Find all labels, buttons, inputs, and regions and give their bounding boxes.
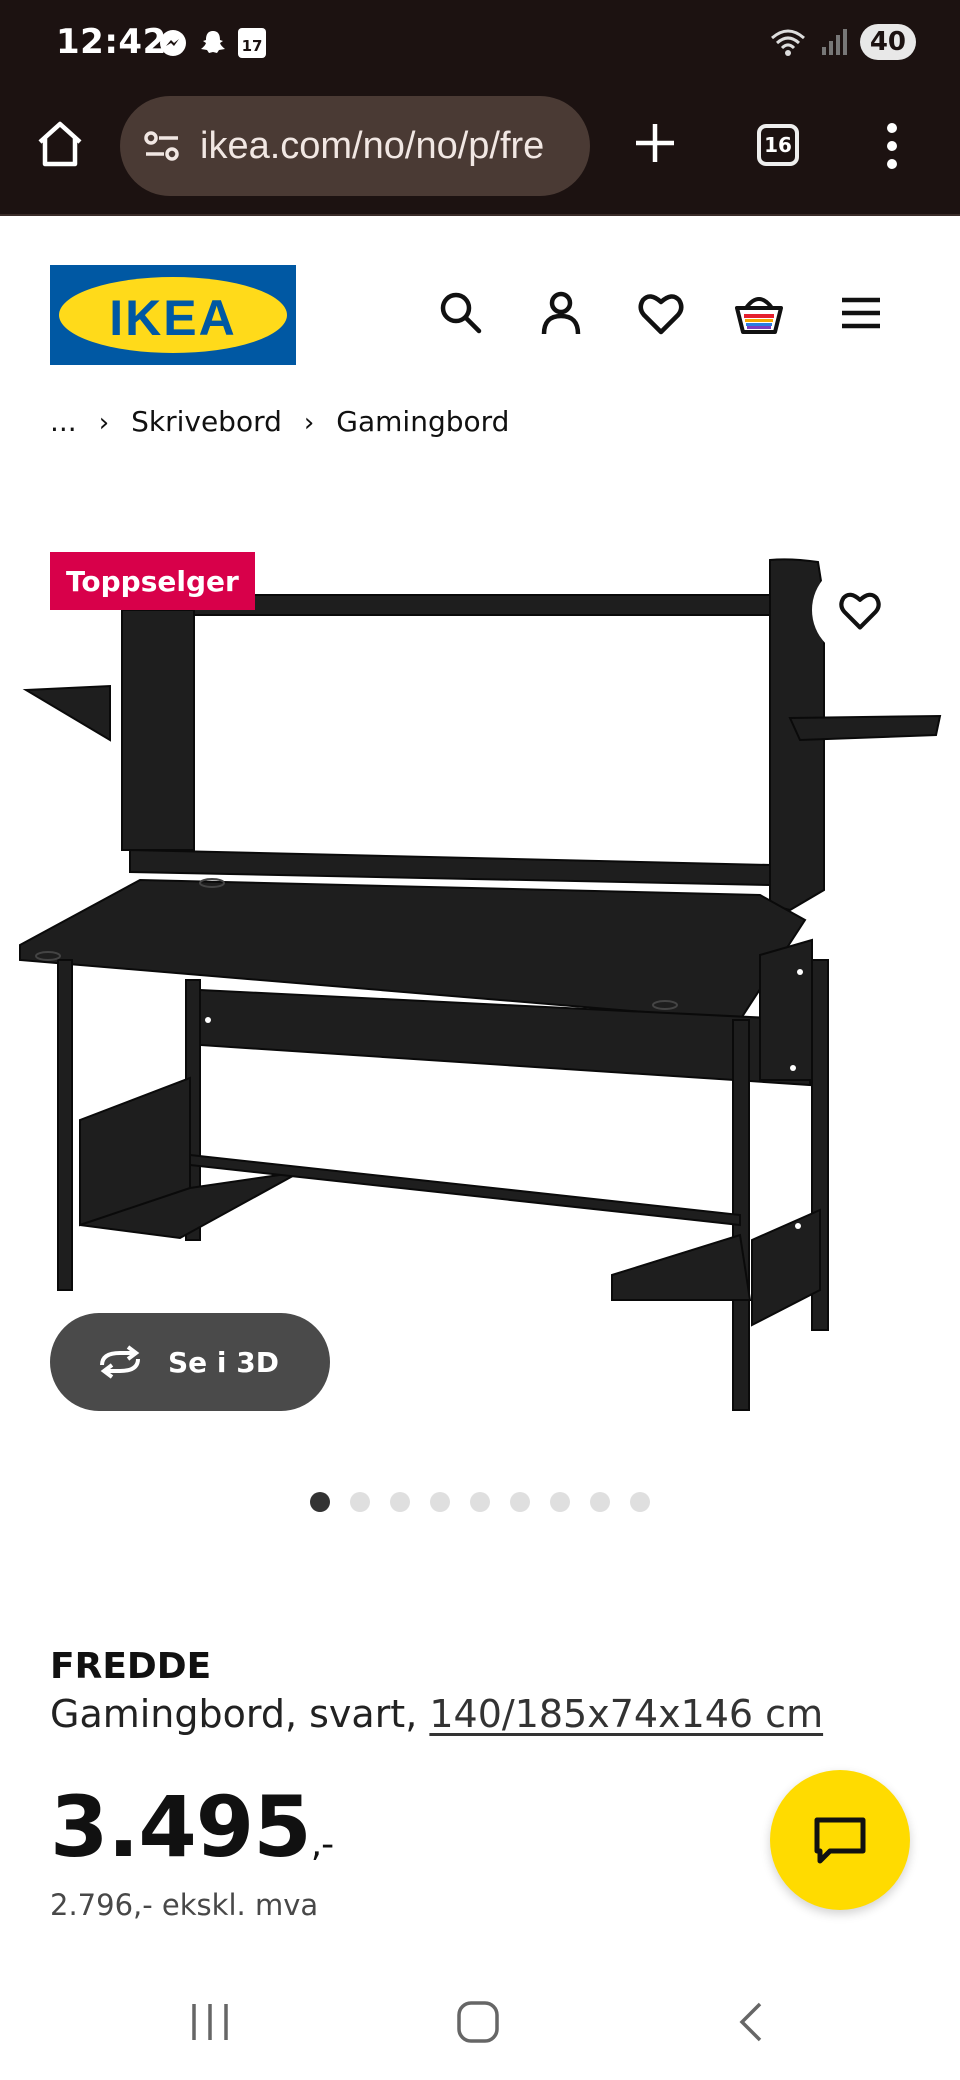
- carousel-dot[interactable]: [550, 1492, 570, 1512]
- carousel-dot[interactable]: [630, 1492, 650, 1512]
- product-name: FREDDE: [50, 1646, 212, 1687]
- breadcrumb-item-gamingbord[interactable]: Gamingbord: [336, 405, 509, 438]
- calendar-icon: 17: [238, 28, 266, 58]
- add-to-favourites-button[interactable]: [812, 562, 908, 658]
- carousel-dot[interactable]: [390, 1492, 410, 1512]
- system-icons: 40: [768, 24, 916, 60]
- new-tab-icon[interactable]: [630, 118, 680, 168]
- desk-left-side-shelf: [22, 684, 111, 742]
- desk-crossbar: [189, 1153, 741, 1227]
- breadcrumb-item-skrivebord[interactable]: Skrivebord: [131, 405, 282, 438]
- status-time: 12:42: [56, 22, 167, 62]
- account-icon[interactable]: [536, 288, 586, 338]
- view-in-3d-button[interactable]: Se i 3D: [50, 1313, 330, 1411]
- desk-left-panel: [121, 609, 195, 851]
- product-description: Gamingbord, svart, 140/185x74x146 cm: [50, 1692, 823, 1736]
- battery-indicator: 40: [859, 24, 916, 60]
- recent-apps-icon[interactable]: [188, 2000, 232, 2044]
- wifi-icon: [770, 29, 805, 56]
- signal-icon: [821, 29, 847, 55]
- carousel-dot[interactable]: [590, 1492, 610, 1512]
- desk-lower-right-shelf: [751, 1208, 821, 1327]
- system-navigation-bar: [0, 1960, 960, 2080]
- status-bar: 12:42 17 40: [0, 0, 960, 88]
- back-icon[interactable]: [730, 2000, 774, 2044]
- chat-button[interactable]: [770, 1770, 910, 1910]
- desk-lower-right-tray: [611, 1233, 752, 1301]
- address-bar[interactable]: ikea.com/no/no/p/fre: [120, 96, 590, 196]
- home-nav-icon[interactable]: [456, 2000, 500, 2044]
- desk-middle-shelf: [129, 848, 771, 887]
- notification-icons: 17: [158, 28, 266, 58]
- chevron-right-icon: ›: [303, 408, 315, 438]
- carousel-dot[interactable]: [510, 1492, 530, 1512]
- site-settings-icon[interactable]: [142, 129, 182, 163]
- desk-right-leg-panel: [759, 938, 813, 1081]
- carousel-dot[interactable]: [310, 1492, 330, 1512]
- more-vert-icon[interactable]: [884, 120, 900, 172]
- carousel-dot[interactable]: [350, 1492, 370, 1512]
- breadcrumb: ... › Skrivebord › Gamingbord: [50, 398, 509, 438]
- messenger-icon: [160, 30, 186, 56]
- chat-icon: [814, 1817, 866, 1864]
- logo-text: IKEA: [109, 290, 237, 346]
- calendar-day: 17: [241, 37, 263, 55]
- desk-leg: [57, 959, 73, 1291]
- price-value: 3.495: [50, 1778, 312, 1876]
- tab-count: 16: [764, 133, 792, 157]
- basket-icon[interactable]: [734, 288, 784, 338]
- tab-switcher-button[interactable]: 16: [757, 124, 799, 166]
- image-carousel-dots: [310, 1492, 650, 1512]
- menu-icon[interactable]: [836, 288, 886, 338]
- price-ex-vat: 2.796,- ekskl. mva: [50, 1888, 319, 1922]
- view-in-3d-label: Se i 3D: [168, 1345, 279, 1379]
- search-icon[interactable]: [436, 288, 486, 338]
- product-type: Gamingbord, svart,: [50, 1692, 430, 1736]
- rotate-3d-icon: [100, 1345, 140, 1379]
- price-suffix: ,-: [310, 1824, 334, 1865]
- carousel-dot[interactable]: [430, 1492, 450, 1512]
- product-image[interactable]: [0, 500, 960, 1430]
- ikea-logo[interactable]: IKEA: [50, 265, 296, 365]
- desk-top-surface: [19, 878, 807, 1022]
- breadcrumb-ellipsis[interactable]: ...: [50, 405, 77, 438]
- top-seller-badge: Toppselger: [50, 552, 255, 610]
- desk-right-side-shelf: [788, 714, 942, 742]
- product-dimensions-link[interactable]: 140/185x74x146 cm: [429, 1692, 823, 1736]
- carousel-dot[interactable]: [470, 1492, 490, 1512]
- url-text[interactable]: ikea.com/no/no/p/fre: [200, 125, 544, 168]
- browser-toolbar: ikea.com/no/no/p/fre 16: [0, 88, 960, 216]
- home-icon[interactable]: [34, 118, 86, 170]
- product-price: 3.495,-: [50, 1778, 334, 1876]
- snapchat-icon: [201, 31, 225, 53]
- chevron-right-icon: ›: [98, 408, 110, 438]
- heart-icon: [839, 592, 881, 630]
- heart-icon[interactable]: [636, 288, 686, 338]
